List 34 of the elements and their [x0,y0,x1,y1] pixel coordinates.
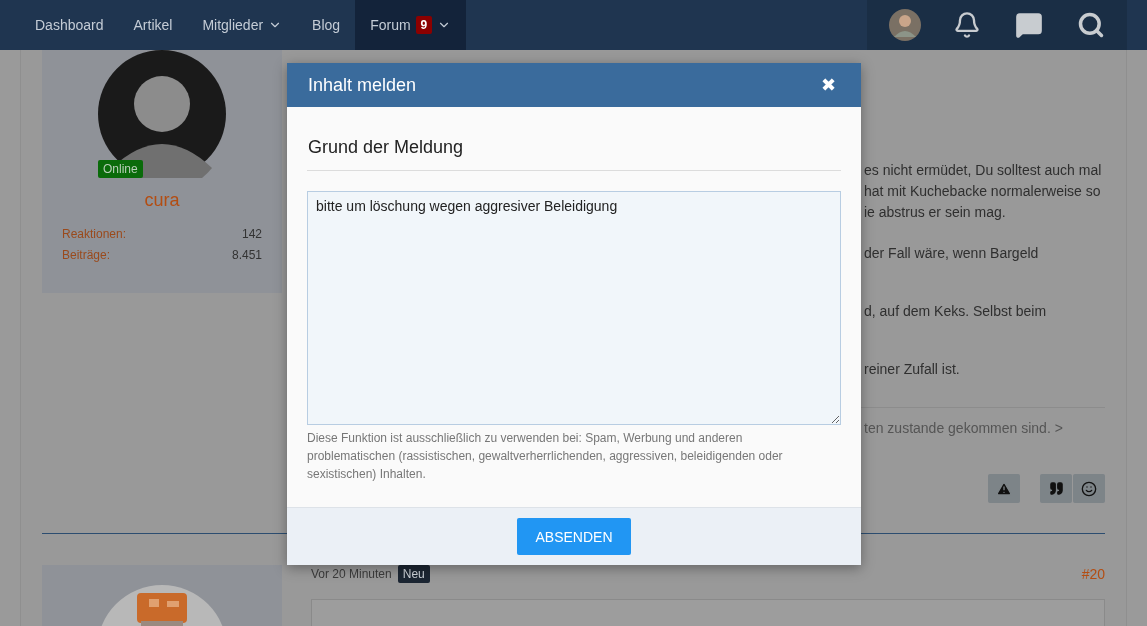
dialog-title: Inhalt melden [308,74,417,96]
status-badge: Online [98,160,143,178]
nav-tab[interactable]: Mitglieder [187,0,298,50]
avatar-icon[interactable] [889,9,921,41]
post-text: d, auf dem Keks. Selbst beim [864,303,1048,320]
post-time: Vor 20 Minuten [311,567,392,581]
new-badge: Neu [397,565,430,583]
chat-icon[interactable] [1015,11,1043,39]
nav-tab[interactable]: Artikel [118,0,188,50]
section-title: Grund der Meldung [307,137,841,171]
reaction-button[interactable] [1073,474,1105,503]
bell-icon[interactable] [953,11,981,39]
count-badge: 9 [415,16,433,34]
post-text: der Fall wäre, wenn Bargeld [864,245,1040,262]
quote-button[interactable] [1040,474,1072,503]
post-text: hat mit Kuchebacke normalerweise so [864,183,1102,200]
stat-label: Reaktionen: [62,227,127,241]
nav-tab[interactable]: Blog [297,0,356,50]
quote-icon [1048,481,1064,496]
nav-tab[interactable]: Dashboard [20,0,119,50]
hint-text: Diese Funktion ist ausschließlich zu verwenden bei: Spam, Werbung und anderen problematischen (rassistischen, gewaltverherrlichenden, aggressiven, beleidigenden oder sexistischen) Inhalten. [307,430,784,483]
post-text: ie abstrus er sein mag. [864,204,1007,221]
search-icon[interactable] [1077,11,1105,39]
stat-value: 142 [241,227,262,241]
close-button[interactable]: ✖ [821,74,836,96]
stat-label: Beiträge: [62,248,111,262]
post-text: es nicht ermüdet, Du solltest auch mal [864,162,1103,179]
warning-icon [996,480,1012,497]
nav-tab[interactable]: Forum 9 [355,0,467,50]
stat-value: 8.451 [231,248,262,262]
reason-field[interactable]: bitte um löschung wegen aggresiver Beleidigung [307,191,841,425]
post-text: reiner Zufall ist. [864,361,961,378]
smiley-icon [1081,480,1097,497]
report-button[interactable] [988,474,1020,503]
